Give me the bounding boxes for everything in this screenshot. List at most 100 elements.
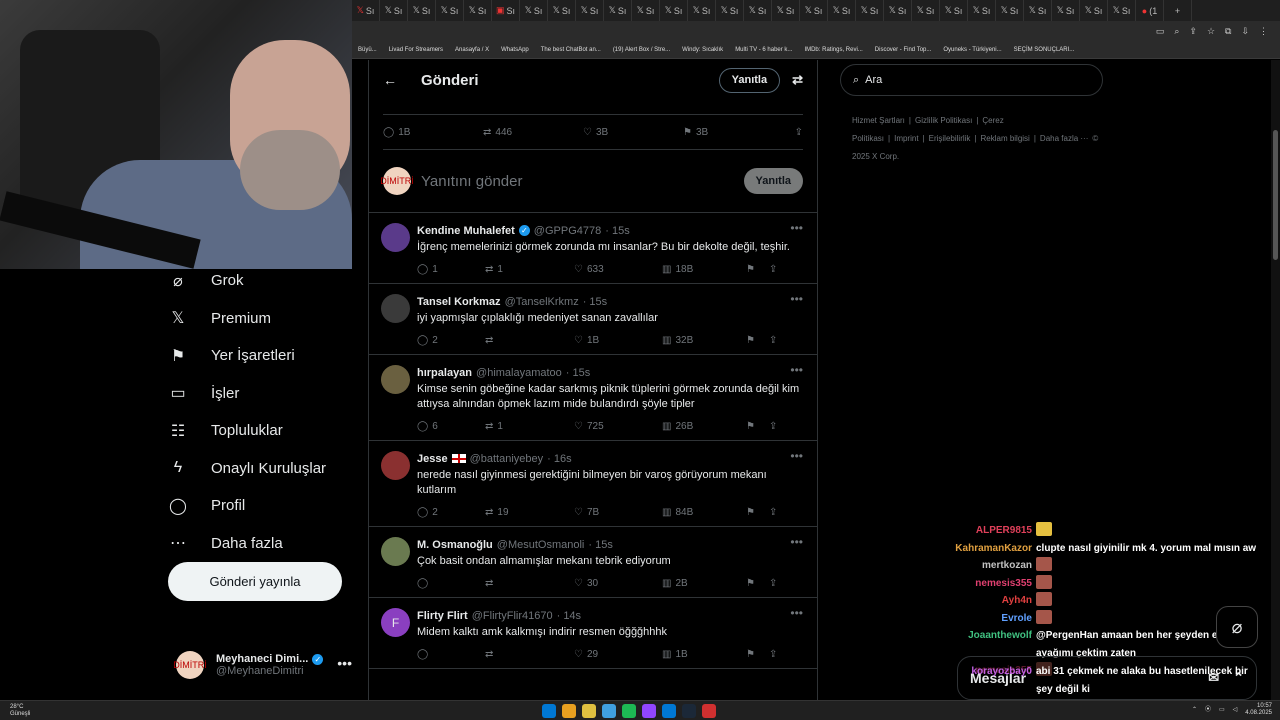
clock-date[interactable]: 4.08.2025 — [1245, 710, 1272, 717]
reply-button[interactable]: Yanıtla — [718, 67, 781, 93]
reply-action[interactable]: ◯ 2 — [417, 507, 485, 518]
taskbar-app-icon[interactable] — [562, 704, 576, 718]
share-icon[interactable]: ⇪ — [769, 649, 777, 660]
tweet-author-handle[interactable]: @TanselKrkmz — [505, 296, 579, 308]
reply-action[interactable]: ◯ — [417, 578, 485, 589]
bookmark-icon[interactable]: ⚑ — [746, 507, 769, 518]
bookmark-item[interactable]: Multi TV - 6 haber k... — [729, 47, 798, 53]
more-icon[interactable]: ••• — [790, 221, 803, 235]
more-icon[interactable]: ••• — [790, 292, 803, 306]
volume-icon[interactable]: ◁ — [1233, 707, 1238, 714]
bookmark-item[interactable]: Windy: Sıcaklık — [676, 47, 729, 53]
browser-tab[interactable]: 𝕏 Sı — [408, 0, 436, 21]
avatar[interactable] — [381, 365, 410, 394]
mic-icon[interactable]: ⦿ — [1205, 707, 1211, 714]
bookmark-item[interactable]: Discover - Find Top... — [869, 47, 938, 53]
share-icon[interactable]: ⇪ — [795, 127, 803, 138]
reply-action[interactable]: ◯ — [417, 649, 485, 660]
browser-tab[interactable]: ▣ Sı — [492, 0, 520, 21]
tweet-author-handle[interactable]: @GPPG4778 — [534, 225, 601, 237]
footer-link[interactable]: Reklam bilgisi — [980, 134, 1029, 143]
star-icon[interactable]: ☆ — [1207, 26, 1215, 37]
sliders-icon[interactable]: ⇄ — [792, 72, 803, 88]
browser-tab[interactable]: 𝕏 Sı — [940, 0, 968, 21]
bookmark-item[interactable]: WhatsApp — [495, 47, 535, 53]
reply-input[interactable]: Yanıtını gönder — [421, 173, 522, 190]
repost-action[interactable]: ⇄ — [485, 335, 574, 346]
views-action[interactable]: ▥ 2B — [662, 578, 746, 589]
taskbar-app-icon[interactable] — [682, 704, 696, 718]
back-arrow-icon[interactable]: ← — [383, 72, 421, 88]
share-icon[interactable]: ⇪ — [769, 507, 777, 518]
tweet-timestamp[interactable]: · 14s — [557, 610, 581, 622]
reply-action[interactable]: ◯ 1B — [383, 127, 483, 138]
bookmark-item[interactable]: IMDb: Ratings, Revi... — [798, 47, 868, 53]
browser-tab[interactable]: 𝕏 Sı — [1052, 0, 1080, 21]
browser-tab[interactable]: 𝕏 Sı — [968, 0, 996, 21]
reply-action[interactable]: ◯ 6 — [417, 421, 485, 432]
menu-icon[interactable]: ⋮ — [1259, 26, 1268, 37]
reply-action[interactable]: ◯ 1 — [417, 264, 485, 275]
sidebar-item-yer-i̇şaretleri[interactable]: ⚑ Yer İşaretleri — [168, 337, 352, 375]
bookmark-item[interactable]: (19) Alert Box / Stre... — [607, 47, 676, 53]
like-action[interactable]: ♡ 3B — [583, 127, 683, 138]
tweet-author-name[interactable]: Kendine Muhalefet — [417, 225, 515, 237]
tweet-author-name[interactable]: M. Osmanoğlu — [417, 539, 493, 551]
sidebar-item-daha-fazla[interactable]: ⋯ Daha fazla — [168, 525, 352, 563]
taskbar-app-icon[interactable] — [642, 704, 656, 718]
tweet-timestamp[interactable]: · 16s — [547, 453, 571, 465]
like-action[interactable]: ♡ 29 — [574, 649, 662, 660]
footer-link[interactable]: Erişilebilirlik — [929, 134, 971, 143]
share-icon[interactable]: ⇪ — [769, 421, 777, 432]
browser-tab[interactable]: 𝕏 Sı — [576, 0, 604, 21]
browser-tab[interactable]: 𝕏 Sı — [688, 0, 716, 21]
extensions-icon[interactable]: ⧉ — [1225, 26, 1231, 37]
tweet-row[interactable]: hırpalayan @himalayamatoo · 15s ••• Kimse se… — [369, 355, 817, 441]
bookmark-item[interactable]: SEÇİM SONUÇLARI... — [1008, 47, 1081, 53]
browser-tab[interactable]: 𝕏 Sı — [436, 0, 464, 21]
grok-icon[interactable]: ⌀ — [1216, 606, 1258, 648]
browser-tab[interactable]: 𝕏 Sı — [1108, 0, 1136, 21]
tweet-author-name[interactable]: hırpalayan — [417, 367, 472, 379]
bookmark-item[interactable]: Oyuneks - Türkiyeni... — [937, 47, 1007, 53]
like-action[interactable]: ♡ 7B — [574, 507, 662, 518]
bookmark-item[interactable]: Anasayfa / X — [449, 47, 495, 53]
more-icon[interactable]: ••• — [790, 363, 803, 377]
tweet-author-name[interactable]: Jesse — [417, 453, 448, 465]
taskbar-app-icon[interactable] — [542, 704, 556, 718]
footer-link[interactable]: Gizlilik Politikası — [915, 116, 972, 125]
chat-username[interactable]: ALPER9815 — [940, 525, 1036, 536]
browser-tab[interactable]: 𝕏 Sı — [884, 0, 912, 21]
more-icon[interactable]: ••• — [790, 606, 803, 620]
chat-username[interactable]: KahramanKazor — [940, 543, 1036, 554]
download-icon[interactable]: ⇩ — [1241, 26, 1249, 37]
account-switcher[interactable]: DİMİTRİ Meyhaneci Dimi... ✓ @MeyhaneDimi… — [173, 645, 352, 685]
tweet-author-handle[interactable]: @MesutOsmanoli — [497, 539, 585, 551]
repost-action[interactable]: ⇄ 446 — [483, 127, 583, 138]
zoom-icon[interactable]: ⌕ — [1174, 26, 1179, 37]
views-action[interactable]: ▥ 18B — [662, 264, 746, 275]
sidebar-item-i̇şler[interactable]: ▭ İşler — [168, 375, 352, 413]
browser-tab[interactable]: 𝕏 Sı — [744, 0, 772, 21]
browser-tab[interactable]: ● (1 — [1136, 0, 1164, 21]
browser-tab[interactable]: 𝕏 Sı — [1024, 0, 1052, 21]
browser-tab[interactable]: 𝕏 Sı — [660, 0, 688, 21]
like-action[interactable]: ♡ 725 — [574, 421, 662, 432]
chat-username[interactable]: Evrole — [940, 613, 1036, 624]
views-action[interactable]: ▥ 26B — [662, 421, 746, 432]
chat-username[interactable]: Joaanthewolf — [940, 630, 1036, 641]
browser-tab[interactable]: 𝕏 Sı — [772, 0, 800, 21]
browser-tab[interactable]: 𝕏 Sı — [548, 0, 576, 21]
tweet-author-handle[interactable]: @battaniyebey — [470, 453, 544, 465]
taskbar-app-icon[interactable] — [702, 704, 716, 718]
footer-link[interactable]: Hizmet Şartları — [852, 116, 905, 125]
bookmark-item[interactable]: Büyü... — [352, 47, 383, 53]
bookmark-item[interactable]: The best ChatBot an... — [535, 47, 607, 53]
share-icon[interactable]: ⇪ — [769, 264, 777, 275]
repost-action[interactable]: ⇄ — [485, 578, 574, 589]
bookmark-icon[interactable]: ⚑ — [746, 578, 769, 589]
scrollbar-thumb[interactable] — [1273, 130, 1278, 260]
tweet-timestamp[interactable]: · 15s — [605, 225, 629, 237]
browser-tab[interactable]: 𝕏 Sı — [352, 0, 380, 21]
bookmark-icon[interactable]: ⚑ — [746, 649, 769, 660]
